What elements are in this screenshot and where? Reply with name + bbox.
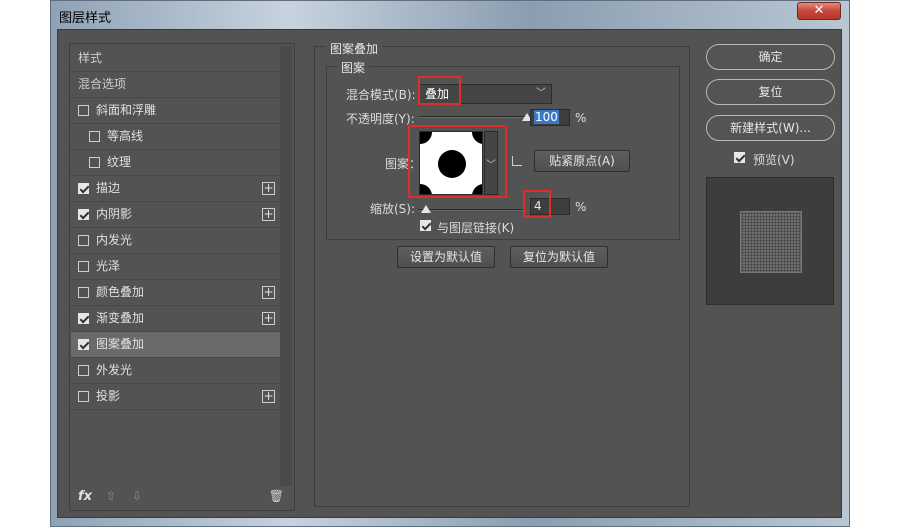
pattern-label: 图案：	[385, 157, 422, 171]
reset-default-button[interactable]: 复位为默认值	[510, 246, 608, 268]
opacity-label: 不透明度(Y):	[346, 112, 415, 126]
scale-slider[interactable]	[418, 209, 526, 211]
pattern-swatch[interactable]	[419, 131, 483, 195]
ok-button[interactable]: 确定	[706, 44, 835, 70]
style-item-label: 斜面和浮雕	[96, 103, 157, 117]
style-item-label: 内发光	[96, 233, 133, 247]
scale-input[interactable]: 4	[530, 198, 570, 215]
style-item-7[interactable]: 颜色叠加 +	[71, 280, 281, 306]
style-item-6[interactable]: 光泽	[71, 254, 281, 280]
blend-options-item[interactable]: 混合选项	[71, 72, 281, 98]
snap-to-origin-button[interactable]: 贴紧原点(A)	[534, 150, 630, 172]
add-effect-icon[interactable]: +	[262, 390, 275, 403]
style-item-label: 光泽	[96, 259, 121, 273]
style-item-label: 颜色叠加	[96, 285, 145, 299]
style-item-2[interactable]: 纹理	[71, 150, 281, 176]
fx-menu-button[interactable]: fx	[78, 489, 92, 504]
style-item-checkbox[interactable]	[78, 105, 89, 116]
style-item-10[interactable]: 外发光	[71, 358, 281, 384]
style-item-3[interactable]: 描边 +	[71, 176, 281, 202]
style-item-5[interactable]: 内发光	[71, 228, 281, 254]
scale-unit: %	[575, 200, 587, 214]
style-item-label: 内阴影	[96, 207, 133, 221]
preview-label: 预览(V)	[753, 153, 795, 167]
opacity-unit: %	[575, 111, 587, 125]
style-item-4[interactable]: 内阴影 +	[71, 202, 281, 228]
style-item-checkbox[interactable]	[78, 183, 89, 194]
trash-icon[interactable]: 🗑	[269, 489, 284, 503]
style-item-checkbox[interactable]	[78, 339, 89, 350]
link-checkbox-box[interactable]	[420, 220, 431, 231]
style-item-8[interactable]: 渐变叠加 +	[71, 306, 281, 332]
opacity-slider[interactable]	[419, 116, 527, 118]
pattern-picker-button[interactable]: ﹀	[484, 131, 498, 195]
style-item-checkbox[interactable]	[78, 313, 89, 324]
styles-scrollbar[interactable]	[280, 46, 292, 486]
styles-header[interactable]: 样式	[71, 46, 281, 72]
style-item-checkbox[interactable]	[78, 287, 89, 298]
style-item-checkbox[interactable]	[89, 157, 100, 168]
style-item-11[interactable]: 投影 +	[71, 384, 281, 410]
add-effect-icon[interactable]: +	[262, 286, 275, 299]
add-effect-icon[interactable]: +	[262, 312, 275, 325]
preview-swatch	[740, 211, 802, 273]
style-item-1[interactable]: 等高线	[71, 124, 281, 150]
pattern-overlay-title: 图案叠加	[326, 40, 383, 57]
chevron-down-icon: ﹀	[536, 88, 546, 99]
style-item-checkbox[interactable]	[78, 235, 89, 246]
style-item-label: 外发光	[96, 363, 133, 377]
blend-mode-select[interactable]: 叠加 ﹀	[419, 84, 552, 104]
link-with-layer-label: 与图层链接(K)	[437, 221, 515, 235]
add-effect-icon[interactable]: +	[262, 208, 275, 221]
scale-value: 4	[534, 199, 542, 213]
window-title: 图层样式	[59, 11, 112, 26]
style-item-checkbox[interactable]	[89, 131, 100, 142]
scale-slider-thumb[interactable]	[421, 205, 431, 213]
close-button[interactable]: ✕	[797, 2, 841, 20]
move-down-icon[interactable]: ⇩	[132, 489, 142, 503]
style-item-checkbox[interactable]	[78, 261, 89, 272]
style-item-label: 渐变叠加	[96, 311, 145, 325]
blend-mode-value: 叠加	[425, 87, 450, 101]
dialog-client: 样式 混合选项 斜面和浮雕等高线纹理描边 + 内阴影 + 内发光光泽颜色叠加 + 渐变叠加 +…	[57, 29, 842, 518]
style-item-label: 纹理	[107, 155, 132, 169]
preview-checkbox-box[interactable]	[734, 152, 745, 163]
opacity-value: 100	[534, 110, 559, 124]
style-item-label: 图案叠加	[96, 337, 145, 351]
pattern-dots-icon	[420, 132, 482, 194]
style-item-checkbox[interactable]	[78, 365, 89, 376]
style-item-checkbox[interactable]	[78, 391, 89, 402]
style-item-label: 等高线	[107, 129, 144, 143]
scale-label: 缩放(S):	[370, 202, 416, 216]
pattern-subgroup-title: 图案	[337, 59, 370, 76]
style-item-label: 描边	[96, 181, 121, 195]
style-item-label: 投影	[96, 389, 121, 403]
styles-panel: 样式 混合选项 斜面和浮雕等高线纹理描边 + 内阴影 + 内发光光泽颜色叠加 + 渐变叠加 +…	[69, 43, 295, 511]
title-bar[interactable]: 图层样式 ✕	[51, 1, 849, 29]
styles-list: 样式 混合选项 斜面和浮雕等高线纹理描边 + 内阴影 + 内发光光泽颜色叠加 + 渐变叠加 +…	[71, 46, 281, 410]
add-effect-icon[interactable]: +	[262, 182, 275, 195]
style-item-checkbox[interactable]	[78, 209, 89, 220]
set-default-button[interactable]: 设置为默认值	[397, 246, 495, 268]
style-item-9[interactable]: 图案叠加	[71, 332, 281, 358]
new-style-button[interactable]: 新建样式(W)...	[706, 115, 835, 141]
move-up-icon[interactable]: ⇧	[106, 489, 116, 503]
blend-mode-label: 混合模式(B):	[346, 88, 416, 102]
style-item-0[interactable]: 斜面和浮雕	[71, 98, 281, 124]
preview-area	[706, 177, 834, 305]
styles-footer: fx ⇧ ⇩ 🗑	[70, 484, 294, 510]
new-preset-icon[interactable]	[512, 156, 522, 166]
opacity-input[interactable]: 100	[530, 109, 570, 126]
reset-button[interactable]: 复位	[706, 79, 835, 105]
